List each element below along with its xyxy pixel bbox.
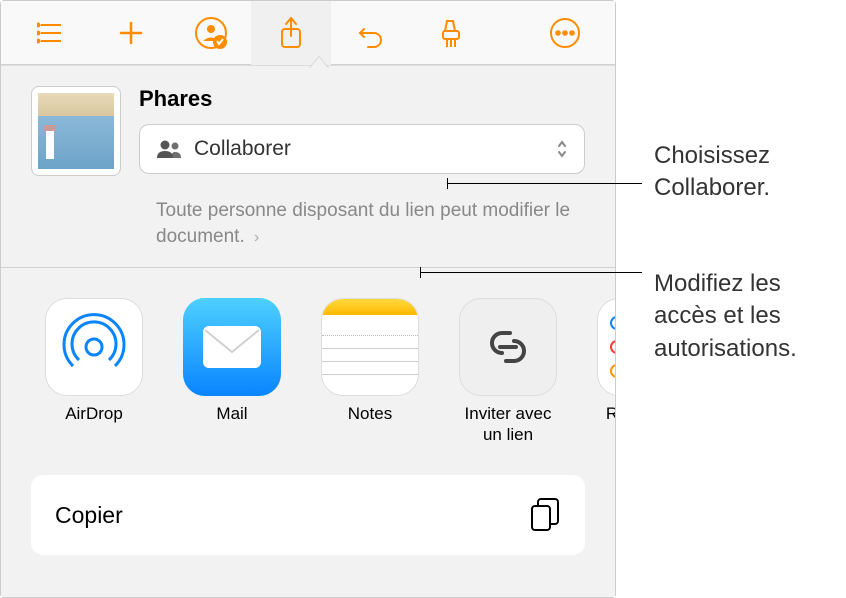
reminders-app-partial[interactable]: R — [597, 298, 615, 445]
app-label: Notes — [348, 404, 392, 424]
share-apps-row: AirDrop Mail — [1, 268, 615, 455]
people-icon — [156, 140, 182, 158]
collaborate-dropdown[interactable]: Collaborer — [139, 124, 585, 174]
collab-badge-button[interactable] — [171, 1, 251, 65]
add-button[interactable] — [91, 1, 171, 65]
mail-app[interactable]: Mail — [183, 298, 281, 445]
share-button[interactable] — [251, 1, 331, 65]
app-label: Inviter avec un lien — [459, 404, 557, 445]
undo-button[interactable] — [331, 1, 411, 65]
copy-icon — [529, 497, 561, 533]
notes-icon — [321, 298, 419, 396]
more-button[interactable] — [525, 1, 605, 65]
format-button[interactable] — [411, 1, 491, 65]
callout-tick — [447, 178, 448, 189]
document-title: Phares — [139, 86, 585, 112]
share-sheet: Phares Collaborer Toute per — [1, 65, 615, 597]
copy-label: Copier — [55, 502, 123, 529]
reminders-icon — [597, 298, 615, 396]
mail-icon — [183, 298, 281, 396]
callout-access: Modifiez les accès et les autorisations. — [654, 268, 846, 365]
app-label: AirDrop — [65, 404, 123, 424]
callout-tick — [420, 267, 421, 278]
collaborate-label: Collaborer — [194, 137, 544, 161]
airdrop-app[interactable]: AirDrop — [45, 298, 143, 445]
invite-link-app[interactable]: Inviter avec un lien — [459, 298, 557, 445]
link-icon — [459, 298, 557, 396]
permissions-text: Toute personne disposant du lien peut mo… — [156, 200, 570, 247]
toc-button[interactable] — [11, 1, 91, 65]
airdrop-icon — [45, 298, 143, 396]
permissions-note[interactable]: Toute personne disposant du lien peut mo… — [1, 186, 615, 267]
chevron-updown-icon — [556, 139, 568, 159]
copy-action[interactable]: Copier — [31, 475, 585, 555]
toolbar — [1, 1, 615, 65]
notes-app[interactable]: Notes — [321, 298, 419, 445]
popover-arrow — [309, 57, 329, 69]
callout-collaborer: Choisissez Collaborer. — [654, 140, 846, 205]
app-label: R — [606, 404, 615, 424]
callout-line — [420, 272, 642, 273]
document-thumbnail — [31, 86, 121, 176]
app-label: Mail — [216, 404, 247, 424]
chevron-right-icon: › — [254, 229, 259, 246]
callout-line — [447, 183, 642, 184]
